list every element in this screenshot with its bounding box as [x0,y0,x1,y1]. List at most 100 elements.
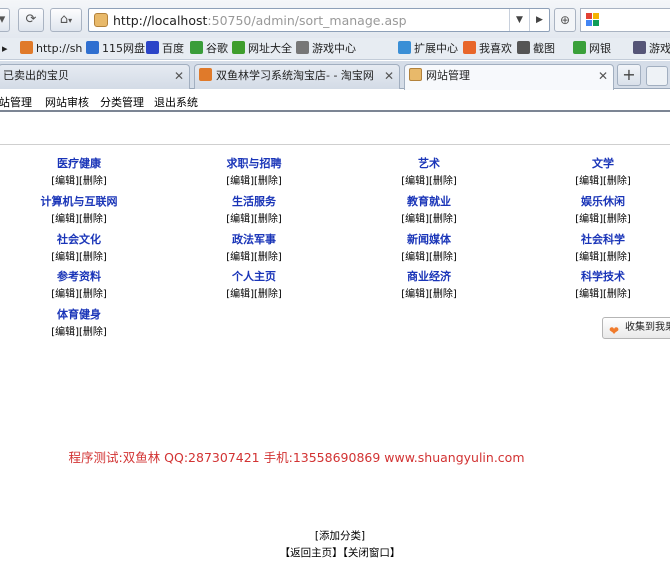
delete-link[interactable]: [删除] [254,176,282,187]
edit-link[interactable]: [编辑] [401,252,429,263]
tab-sold-items[interactable]: 已卖出的宝贝 ✕ [0,64,190,89]
site-favicon-icon [94,13,108,27]
category-item: 社会文化 [编辑][删除] [24,232,134,266]
category-actions: [编辑][删除] [24,250,134,266]
address-bar[interactable]: http://localhost:50750/admin/sort_manage… [88,8,550,32]
delete-link[interactable]: [删除] [429,214,457,225]
edit-link[interactable]: [编辑] [226,289,254,300]
bookmarks-chevron-icon[interactable]: ▸ [2,41,8,57]
tab-taobao-shop[interactable]: 双鱼林学习系统淘宝店- - 淘宝网 ✕ [194,64,400,89]
menu-category-management[interactable]: 分类管理 [100,94,144,110]
refresh-button[interactable]: ⟳ [18,8,44,32]
delete-link[interactable]: [删除] [603,289,631,300]
delete-link[interactable]: [删除] [429,289,457,300]
bookmark-item[interactable]: 截图 [517,41,555,57]
url-dropdown-icon[interactable]: ▼ [509,9,529,31]
bookmark-item[interactable]: 网址大全 [232,41,292,57]
delete-link[interactable]: [删除] [79,327,107,338]
delete-link[interactable]: [删除] [254,252,282,263]
edit-link[interactable]: [编辑] [51,214,79,225]
delete-link[interactable]: [删除] [603,176,631,187]
category-item: 艺术 [编辑][删除] [374,156,484,190]
edit-link[interactable]: [编辑] [226,214,254,225]
bookmark-label: 游戏 [649,42,670,55]
edit-link[interactable]: [编辑] [401,214,429,225]
category-name: 政法军事 [232,233,276,246]
category-actions: [编辑][删除] [199,287,309,303]
bookmark-item[interactable]: 115网盘 [86,41,145,57]
home-icon: ⌂ [59,12,69,27]
edit-link[interactable]: [编辑] [51,176,79,187]
close-icon[interactable]: ✕ [174,65,184,87]
delete-link[interactable]: [删除] [429,252,457,263]
add-category-label[interactable]: [添加分类] [315,530,365,542]
edit-link[interactable]: [编辑] [401,289,429,300]
bookmark-item[interactable]: 游戏中心 [296,41,356,57]
edit-link[interactable]: [编辑] [575,214,603,225]
edit-link[interactable]: [编辑] [226,176,254,187]
bookmark-item[interactable]: 网银 [573,41,611,57]
puzzle-icon [398,41,411,54]
category-item: 教育就业 [编辑][删除] [374,194,484,228]
close-window-link[interactable]: 【关闭窗口】 [343,547,401,559]
edit-link[interactable]: [编辑] [226,252,254,263]
tab-list-icon[interactable] [646,66,668,86]
bookmark-item[interactable]: 我喜欢 [463,41,512,57]
edit-link[interactable]: [编辑] [51,327,79,338]
add-category-link[interactable]: [添加分类] [0,528,670,543]
menu-site-management[interactable]: 站管理 [0,94,32,110]
bookmark-item[interactable]: 游戏 [633,41,670,57]
category-actions: [编辑][删除] [24,287,134,303]
category-item: 科学技术 [编辑][删除] [548,269,658,303]
new-tab-button[interactable]: + [617,64,641,86]
category-item: 生活服务 [编辑][删除] [199,194,309,228]
bookmark-item[interactable]: 百度 [146,41,184,57]
category-name: 文学 [592,157,614,170]
search-box[interactable] [580,8,670,32]
close-icon[interactable]: ✕ [598,65,608,87]
delete-link[interactable]: [删除] [79,214,107,225]
address-url[interactable]: http://localhost:50750/admin/sort_manage… [113,13,407,28]
delete-link[interactable]: [删除] [79,252,107,263]
category-actions: [编辑][删除] [24,174,134,190]
shield-icon[interactable]: ⊕ [554,8,576,32]
category-item: 参考资料 [编辑][删除] [24,269,134,303]
bookmark-item[interactable]: http://sh [20,41,82,57]
edit-link[interactable]: [编辑] [575,176,603,187]
edit-link[interactable]: [编辑] [575,252,603,263]
edit-link[interactable]: [编辑] [401,176,429,187]
delete-link[interactable]: [删除] [79,289,107,300]
url-host: http://localhost [113,13,208,28]
menu-site-review[interactable]: 网站审核 [45,94,89,110]
close-icon[interactable]: ✕ [384,65,394,87]
search-engine-icon[interactable] [585,12,601,28]
delete-link[interactable]: [删除] [603,214,631,225]
category-name: 个人主页 [232,270,276,283]
bookmark-item[interactable]: 扩展中心 [398,41,458,57]
delete-link[interactable]: [删除] [254,214,282,225]
google-icon [190,41,203,54]
bookmark-label: 网银 [589,42,611,55]
history-dropdown-button[interactable]: ▾ [0,8,10,32]
edit-link[interactable]: [编辑] [51,252,79,263]
delete-link[interactable]: [删除] [254,289,282,300]
tab-site-management[interactable]: 网站管理 ✕ [404,64,614,90]
bookmark-item[interactable]: 谷歌 [190,41,228,57]
go-button[interactable]: ▶ [529,9,549,31]
delete-link[interactable]: [删除] [603,252,631,263]
collect-button[interactable]: ❤ 收集到我果 [602,317,670,339]
category-name: 医疗健康 [57,157,101,170]
divider [0,144,670,145]
delete-link[interactable]: [删除] [79,176,107,187]
bank-icon [573,41,586,54]
bookmark-label: 百度 [162,42,184,55]
url-path: :50750/admin/sort_manage.asp [207,13,407,28]
delete-link[interactable]: [删除] [429,176,457,187]
home-button[interactable]: ⌂▾ [50,8,82,32]
compass-icon [232,41,245,54]
menu-logout[interactable]: 退出系统 [154,94,198,110]
edit-link[interactable]: [编辑] [51,289,79,300]
bookmark-icon-sh [20,41,33,54]
edit-link[interactable]: [编辑] [575,289,603,300]
back-home-link[interactable]: 【返回主页】 [280,547,343,559]
